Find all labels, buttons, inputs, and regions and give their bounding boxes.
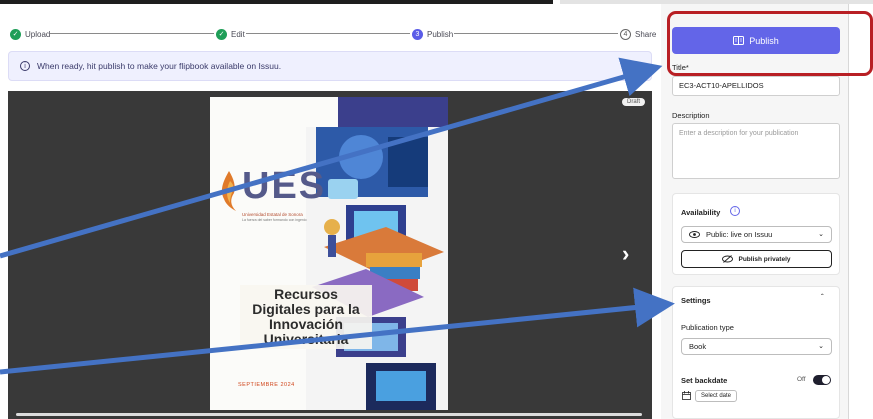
cover-title-line: Innovación	[269, 316, 343, 332]
top-toolbar-strip	[0, 0, 553, 4]
publication-type-value: Book	[689, 342, 707, 351]
progress-stepper: ✓ Upload ✓ Edit 3 Publish 4 Share	[10, 26, 656, 42]
description-label: Description	[672, 111, 710, 120]
select-date-button[interactable]: Select date	[695, 390, 738, 402]
availability-value: Public: live on Issuu	[706, 230, 773, 239]
cover-title-line: Recursos	[274, 286, 338, 302]
flame-logo-icon	[221, 171, 236, 211]
availability-label: Availability	[681, 208, 721, 217]
chevron-right-icon[interactable]: ›	[622, 241, 629, 267]
publish-privately-label: Publish privately	[738, 255, 791, 263]
logo-tagline: La fuerza del saber formando con ingenio	[242, 218, 307, 222]
publication-type-select[interactable]: Book ⌄	[681, 338, 832, 355]
publish-screen: ✓ Upload ✓ Edit 3 Publish 4 Share i When…	[0, 0, 873, 419]
cover-title: Recursos Digitales para la Innovación Un…	[240, 285, 372, 349]
step-label: Publish	[427, 29, 454, 39]
calendar-icon	[682, 391, 691, 400]
flipbook-cover: UES Universidad Estatal de Sonora La fue…	[210, 97, 448, 410]
backdate-toggle[interactable]	[813, 375, 831, 385]
cover-title-line: Digitales para la	[252, 301, 360, 317]
step-label: Upload	[25, 29, 51, 39]
info-banner: i When ready, hit publish to make your f…	[8, 51, 652, 81]
step-edit[interactable]: ✓ Edit	[216, 26, 245, 42]
page-scrubber[interactable]	[16, 413, 642, 416]
cover-date: SEPTIEMBRE 2024	[238, 382, 295, 388]
step-number-badge: 4	[620, 28, 631, 40]
availability-card: Availability i Public: live on Issuu ⌄ P…	[672, 193, 840, 275]
logo-subtitle: Universidad Estatal de Sonora	[242, 212, 303, 217]
settings-label: Settings	[681, 296, 711, 305]
logo-wordmark: UES	[242, 165, 327, 207]
title-input[interactable]: EC3-ACT10-APELLIDOS	[672, 76, 840, 96]
step-upload[interactable]: ✓ Upload	[10, 26, 50, 42]
toggle-knob	[822, 376, 830, 384]
highlight-annotation	[667, 11, 873, 76]
description-textarea[interactable]: Enter a description for your publication	[672, 123, 840, 179]
banner-text: When ready, hit publish to make your fli…	[37, 61, 282, 71]
publish-privately-button[interactable]: Publish privately	[681, 250, 832, 268]
info-icon: i	[20, 61, 30, 71]
eye-icon	[689, 231, 700, 238]
availability-select[interactable]: Public: live on Issuu ⌄	[681, 226, 832, 243]
set-backdate-label: Set backdate	[681, 376, 728, 385]
step-publish[interactable]: 3 Publish	[412, 26, 453, 42]
step-number-badge: 3	[412, 28, 423, 40]
info-icon[interactable]: i	[730, 206, 740, 216]
check-icon: ✓	[10, 28, 21, 40]
settings-card: Settings ˆ Publication type Book ⌄ Set b…	[672, 286, 840, 419]
check-icon: ✓	[216, 28, 227, 40]
backdate-toggle-state: Off	[797, 376, 806, 383]
cover-title-line: Universitaria	[263, 331, 349, 347]
eye-off-icon	[722, 255, 734, 263]
publication-type-label: Publication type	[681, 323, 734, 332]
step-connector	[246, 33, 410, 34]
step-label: Share	[635, 29, 657, 39]
flipbook-preview[interactable]: Draft › UES Universidad Estatal de Sonor…	[8, 91, 652, 419]
step-connector	[454, 33, 618, 34]
ues-logo: UES Universidad Estatal de Sonora La fue…	[218, 165, 328, 225]
step-share[interactable]: 4 Share	[620, 26, 656, 42]
cover-header-band	[338, 97, 448, 131]
step-label: Edit	[231, 29, 245, 39]
draft-badge: Draft	[622, 98, 646, 106]
chevron-down-icon: ⌄	[818, 343, 824, 350]
chevron-down-icon: ⌄	[818, 231, 824, 238]
step-connector	[50, 33, 214, 34]
chevron-up-icon[interactable]: ˆ	[821, 293, 824, 302]
